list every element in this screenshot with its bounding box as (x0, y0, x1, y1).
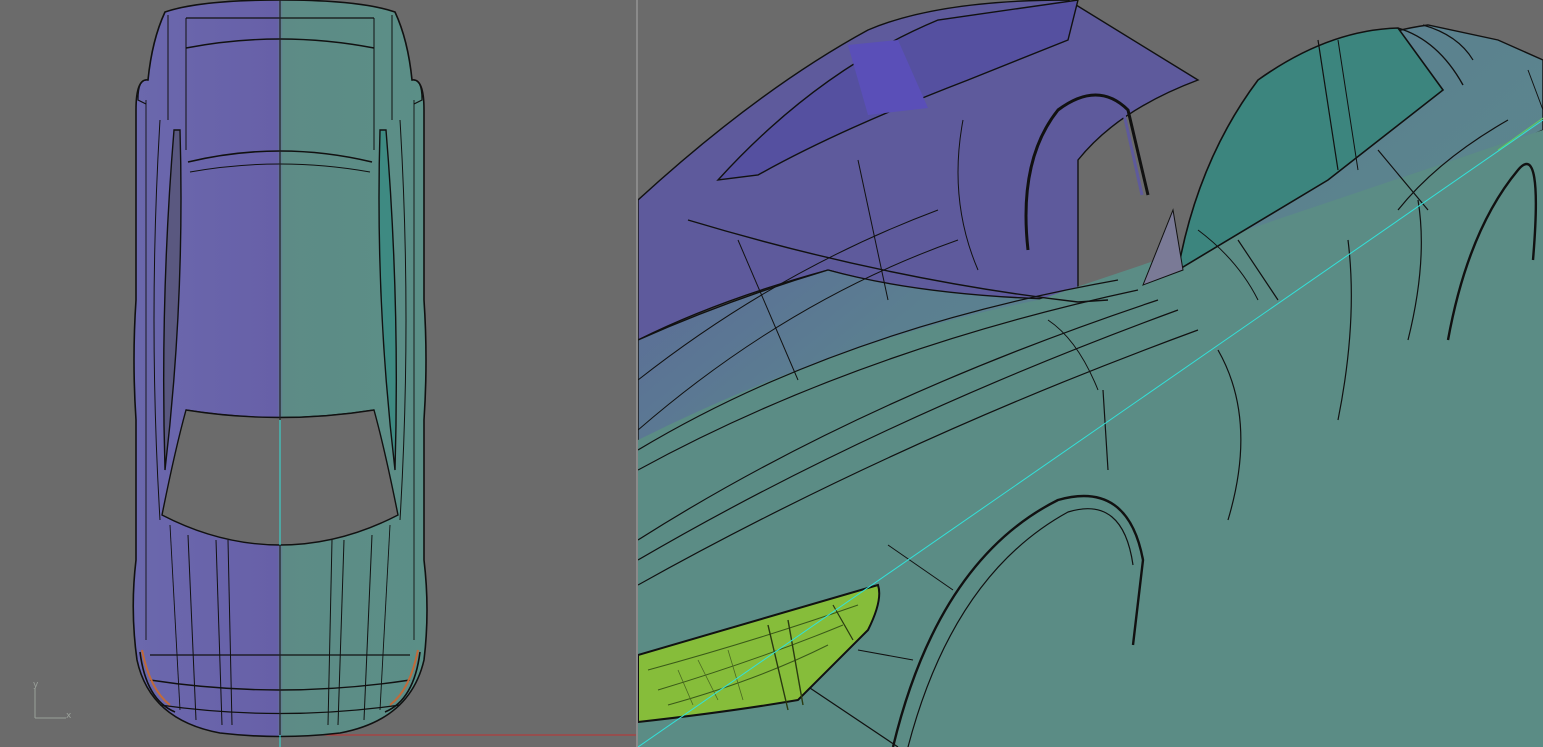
perspective-view-canvas[interactable] (638, 0, 1543, 747)
top-view-canvas[interactable] (0, 0, 636, 747)
axis-gizmo: x y (30, 680, 80, 724)
top-viewport[interactable]: x y (0, 0, 636, 747)
gizmo-x-label: x (66, 711, 72, 721)
perspective-viewport[interactable] (638, 0, 1543, 747)
gizmo-y-label: y (33, 680, 39, 690)
